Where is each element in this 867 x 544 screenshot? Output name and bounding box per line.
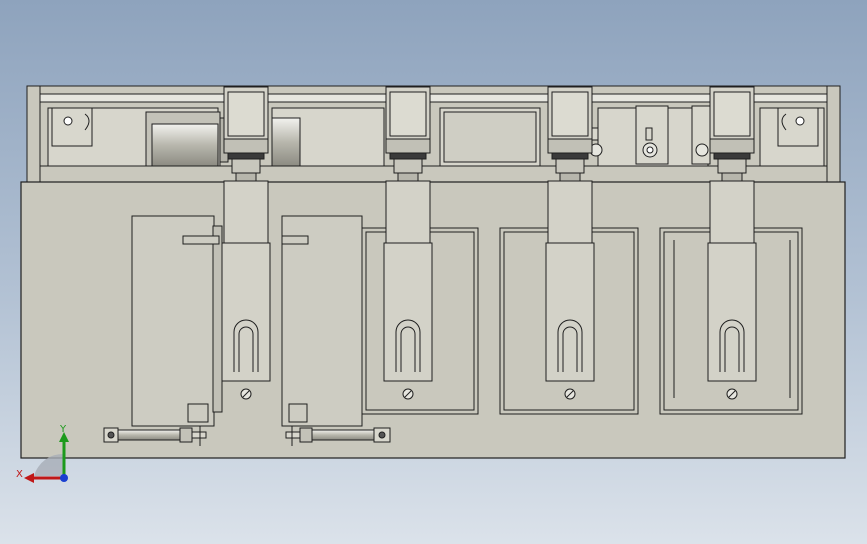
- side-clamp-left: [131, 215, 223, 427]
- drive-motor: [145, 111, 301, 167]
- cad-model-front-view: [20, 85, 846, 483]
- roller-bracket-right: [777, 107, 819, 147]
- roller-bracket-left: [51, 107, 93, 147]
- frame-left-post: [26, 85, 41, 183]
- gripper-assembly-3: [545, 86, 595, 400]
- frame-inner-rail: [39, 93, 828, 103]
- frame-bottom-rail: [39, 165, 828, 183]
- side-clamp-middle: [281, 215, 363, 427]
- gripper-assembly-4: [707, 86, 757, 400]
- frame-right-post: [826, 85, 841, 183]
- z-axis-dot: [60, 474, 68, 482]
- gripper-assembly-1: [221, 86, 271, 400]
- x-axis-label: X: [16, 469, 23, 480]
- gripper-assembly-2: [383, 86, 433, 400]
- y-axis-label: Y: [60, 424, 67, 435]
